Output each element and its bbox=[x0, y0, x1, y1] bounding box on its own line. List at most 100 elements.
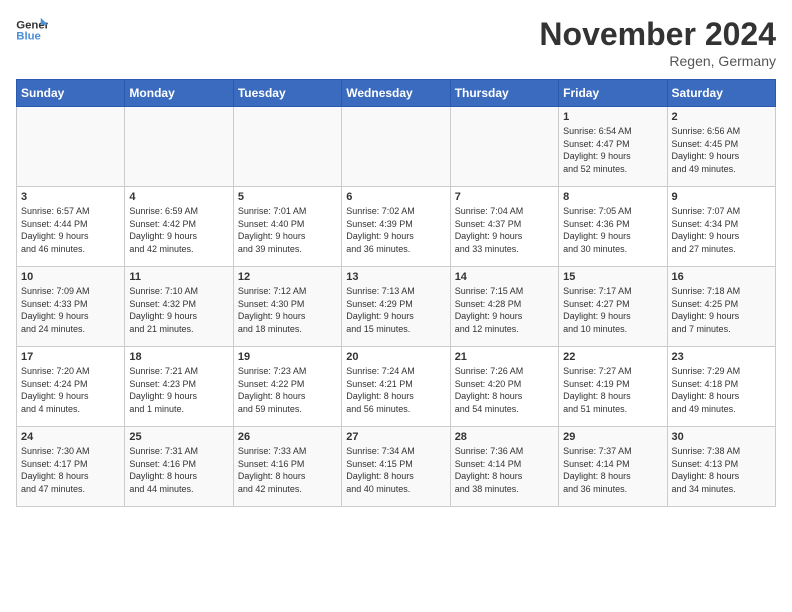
calendar-cell: 15 Sunrise: 7:17 AM Sunset: 4:27 PM Dayli… bbox=[559, 267, 667, 347]
day-info: Sunrise: 7:24 AM Sunset: 4:21 PM Dayligh… bbox=[346, 365, 445, 415]
location: Regen, Germany bbox=[539, 53, 776, 69]
day-number: 18 bbox=[129, 351, 228, 363]
day-info: Sunrise: 7:38 AM Sunset: 4:13 PM Dayligh… bbox=[672, 445, 771, 495]
day-number: 3 bbox=[21, 191, 120, 203]
calendar-week-2: 3 Sunrise: 6:57 AM Sunset: 4:44 PM Daylig… bbox=[17, 187, 776, 267]
calendar-week-4: 17 Sunrise: 7:20 AM Sunset: 4:24 PM Dayli… bbox=[17, 347, 776, 427]
day-number: 6 bbox=[346, 191, 445, 203]
day-info: Sunrise: 7:27 AM Sunset: 4:19 PM Dayligh… bbox=[563, 365, 662, 415]
day-info: Sunrise: 7:23 AM Sunset: 4:22 PM Dayligh… bbox=[238, 365, 337, 415]
day-info: Sunrise: 6:57 AM Sunset: 4:44 PM Dayligh… bbox=[21, 205, 120, 255]
calendar-cell: 9Sunrise: 7:07 AM Sunset: 4:34 PM Daylig… bbox=[667, 187, 775, 267]
day-number: 23 bbox=[672, 351, 771, 363]
day-number: 21 bbox=[455, 351, 554, 363]
calendar-cell bbox=[233, 107, 341, 187]
calendar-table: Sunday Monday Tuesday Wednesday Thursday… bbox=[16, 79, 776, 507]
header-monday: Monday bbox=[125, 80, 233, 107]
day-info: Sunrise: 7:37 AM Sunset: 4:14 PM Dayligh… bbox=[563, 445, 662, 495]
calendar-cell: 28Sunrise: 7:36 AM Sunset: 4:14 PM Dayli… bbox=[450, 427, 558, 507]
calendar-cell: 19 Sunrise: 7:23 AM Sunset: 4:22 PM Dayli… bbox=[233, 347, 341, 427]
day-info: Sunrise: 6:54 AM Sunset: 4:47 PM Dayligh… bbox=[563, 125, 662, 175]
calendar-cell: 8Sunrise: 7:05 AM Sunset: 4:36 PM Daylig… bbox=[559, 187, 667, 267]
calendar-cell: 22 Sunrise: 7:27 AM Sunset: 4:19 PM Dayli… bbox=[559, 347, 667, 427]
day-info: Sunrise: 7:30 AM Sunset: 4:17 PM Dayligh… bbox=[21, 445, 120, 495]
header-saturday: Saturday bbox=[667, 80, 775, 107]
day-info: Sunrise: 7:18 AM Sunset: 4:25 PM Dayligh… bbox=[672, 285, 771, 335]
day-number: 17 bbox=[21, 351, 120, 363]
header-tuesday: Tuesday bbox=[233, 80, 341, 107]
calendar-cell: 11 Sunrise: 7:10 AM Sunset: 4:32 PM Dayli… bbox=[125, 267, 233, 347]
day-info: Sunrise: 6:59 AM Sunset: 4:42 PM Dayligh… bbox=[129, 205, 228, 255]
calendar-cell: 16 Sunrise: 7:18 AM Sunset: 4:25 PM Dayli… bbox=[667, 267, 775, 347]
calendar-cell: 6 Sunrise: 7:02 AM Sunset: 4:39 PM Daylig… bbox=[342, 187, 450, 267]
day-info: Sunrise: 7:33 AM Sunset: 4:16 PM Dayligh… bbox=[238, 445, 337, 495]
calendar-cell: 24 Sunrise: 7:30 AM Sunset: 4:17 PM Dayli… bbox=[17, 427, 125, 507]
calendar-cell bbox=[17, 107, 125, 187]
calendar-cell bbox=[450, 107, 558, 187]
calendar-cell: 14Sunrise: 7:15 AM Sunset: 4:28 PM Dayli… bbox=[450, 267, 558, 347]
calendar-week-3: 10 Sunrise: 7:09 AM Sunset: 4:33 PM Dayli… bbox=[17, 267, 776, 347]
day-info: Sunrise: 7:02 AM Sunset: 4:39 PM Dayligh… bbox=[346, 205, 445, 255]
day-info: Sunrise: 7:01 AM Sunset: 4:40 PM Dayligh… bbox=[238, 205, 337, 255]
logo-icon: General Blue bbox=[16, 16, 48, 44]
calendar-cell bbox=[342, 107, 450, 187]
calendar-cell: 2 Sunrise: 6:56 AM Sunset: 4:45 PM Daylig… bbox=[667, 107, 775, 187]
day-info: Sunrise: 7:05 AM Sunset: 4:36 PM Dayligh… bbox=[563, 205, 662, 255]
day-info: Sunrise: 6:56 AM Sunset: 4:45 PM Dayligh… bbox=[672, 125, 771, 175]
day-number: 19 bbox=[238, 351, 337, 363]
day-number: 27 bbox=[346, 431, 445, 443]
calendar-cell: 1 Sunrise: 6:54 AM Sunset: 4:47 PM Daylig… bbox=[559, 107, 667, 187]
day-number: 15 bbox=[563, 271, 662, 283]
day-number: 13 bbox=[346, 271, 445, 283]
header-sunday: Sunday bbox=[17, 80, 125, 107]
day-number: 4 bbox=[129, 191, 228, 203]
day-info: Sunrise: 7:29 AM Sunset: 4:18 PM Dayligh… bbox=[672, 365, 771, 415]
day-number: 30 bbox=[672, 431, 771, 443]
day-info: Sunrise: 7:20 AM Sunset: 4:24 PM Dayligh… bbox=[21, 365, 120, 415]
calendar-cell: 20Sunrise: 7:24 AM Sunset: 4:21 PM Dayli… bbox=[342, 347, 450, 427]
calendar-cell: 26 Sunrise: 7:33 AM Sunset: 4:16 PM Dayli… bbox=[233, 427, 341, 507]
day-number: 24 bbox=[21, 431, 120, 443]
day-number: 26 bbox=[238, 431, 337, 443]
day-number: 29 bbox=[563, 431, 662, 443]
calendar-cell: 3 Sunrise: 6:57 AM Sunset: 4:44 PM Daylig… bbox=[17, 187, 125, 267]
header-wednesday: Wednesday bbox=[342, 80, 450, 107]
day-info: Sunrise: 7:10 AM Sunset: 4:32 PM Dayligh… bbox=[129, 285, 228, 335]
calendar-cell: 18Sunrise: 7:21 AM Sunset: 4:23 PM Dayli… bbox=[125, 347, 233, 427]
calendar-cell: 27Sunrise: 7:34 AM Sunset: 4:15 PM Dayli… bbox=[342, 427, 450, 507]
day-number: 7 bbox=[455, 191, 554, 203]
calendar-cell: 4 Sunrise: 6:59 AM Sunset: 4:42 PM Daylig… bbox=[125, 187, 233, 267]
day-info: Sunrise: 7:15 AM Sunset: 4:28 PM Dayligh… bbox=[455, 285, 554, 335]
calendar-cell: 10 Sunrise: 7:09 AM Sunset: 4:33 PM Dayli… bbox=[17, 267, 125, 347]
calendar-cell: 23 Sunrise: 7:29 AM Sunset: 4:18 PM Dayli… bbox=[667, 347, 775, 427]
day-info: Sunrise: 7:07 AM Sunset: 4:34 PM Dayligh… bbox=[672, 205, 771, 255]
day-number: 16 bbox=[672, 271, 771, 283]
calendar-cell: 30 Sunrise: 7:38 AM Sunset: 4:13 PM Dayli… bbox=[667, 427, 775, 507]
day-number: 2 bbox=[672, 111, 771, 123]
day-info: Sunrise: 7:17 AM Sunset: 4:27 PM Dayligh… bbox=[563, 285, 662, 335]
day-number: 5 bbox=[238, 191, 337, 203]
calendar-cell: 13Sunrise: 7:13 AM Sunset: 4:29 PM Dayli… bbox=[342, 267, 450, 347]
day-number: 22 bbox=[563, 351, 662, 363]
day-info: Sunrise: 7:36 AM Sunset: 4:14 PM Dayligh… bbox=[455, 445, 554, 495]
header-thursday: Thursday bbox=[450, 80, 558, 107]
day-info: Sunrise: 7:12 AM Sunset: 4:30 PM Dayligh… bbox=[238, 285, 337, 335]
day-info: Sunrise: 7:09 AM Sunset: 4:33 PM Dayligh… bbox=[21, 285, 120, 335]
calendar-cell bbox=[125, 107, 233, 187]
calendar-cell: 7Sunrise: 7:04 AM Sunset: 4:37 PM Daylig… bbox=[450, 187, 558, 267]
month-title: November 2024 bbox=[539, 16, 776, 53]
header-row: Sunday Monday Tuesday Wednesday Thursday… bbox=[17, 80, 776, 107]
calendar-cell: 25Sunrise: 7:31 AM Sunset: 4:16 PM Dayli… bbox=[125, 427, 233, 507]
calendar-cell: 12 Sunrise: 7:12 AM Sunset: 4:30 PM Dayli… bbox=[233, 267, 341, 347]
day-number: 11 bbox=[129, 271, 228, 283]
day-number: 1 bbox=[563, 111, 662, 123]
calendar-cell: 5 Sunrise: 7:01 AM Sunset: 4:40 PM Daylig… bbox=[233, 187, 341, 267]
calendar-week-1: 1 Sunrise: 6:54 AM Sunset: 4:47 PM Daylig… bbox=[17, 107, 776, 187]
calendar-header: Sunday Monday Tuesday Wednesday Thursday… bbox=[17, 80, 776, 107]
calendar-body: 1 Sunrise: 6:54 AM Sunset: 4:47 PM Daylig… bbox=[17, 107, 776, 507]
header-friday: Friday bbox=[559, 80, 667, 107]
calendar-week-5: 24 Sunrise: 7:30 AM Sunset: 4:17 PM Dayli… bbox=[17, 427, 776, 507]
day-number: 12 bbox=[238, 271, 337, 283]
svg-text:Blue: Blue bbox=[16, 31, 41, 43]
day-number: 10 bbox=[21, 271, 120, 283]
